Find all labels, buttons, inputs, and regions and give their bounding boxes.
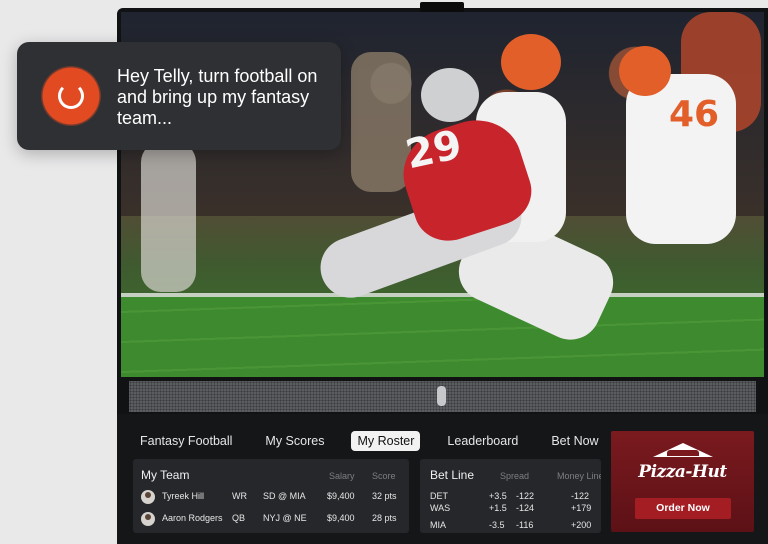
ad-brand-name: Pizza-Hut <box>638 462 727 482</box>
avatar <box>141 512 155 526</box>
pizza-hut-ad[interactable]: Pizza-Hut Order Now <box>611 431 754 532</box>
avatar <box>141 490 155 504</box>
player-name: Tyreek Hill <box>162 491 205 501</box>
spread-value: +1.5 <box>489 503 507 513</box>
spread-odds: -122 <box>516 491 535 501</box>
fantasy-nav-tabs: Fantasy Football My Scores My Roster Lea… <box>134 430 626 452</box>
tab-my-scores[interactable]: My Scores <box>259 431 330 451</box>
table-row[interactable]: Tyreek Hill WR SD @ MIA $9,400 32 pts <box>141 490 403 504</box>
voice-assistant-bubble: Hey Telly, turn football on and bring up… <box>17 42 341 150</box>
player-matchup: SD @ MIA <box>263 491 306 501</box>
loading-ring-icon <box>41 66 101 126</box>
ball-carrier-helmet <box>501 34 561 90</box>
team-code: MIA <box>430 520 447 530</box>
table-row[interactable]: DET +3.5 -122 -122 <box>430 491 601 502</box>
background-player <box>351 52 411 192</box>
player-salary: $9,400 <box>327 491 355 501</box>
roof-logo-cutout <box>667 450 699 456</box>
player-name: Aaron Rodgers <box>162 513 223 523</box>
tab-leaderboard[interactable]: Leaderboard <box>441 431 524 451</box>
top-camera <box>420 2 464 12</box>
voice-prompt-text: Hey Telly, turn football on and bring up… <box>117 66 318 128</box>
order-now-button[interactable]: Order Now <box>635 498 731 519</box>
player-position: WR <box>232 491 247 501</box>
salary-column-header: Salary <box>329 471 355 481</box>
spread-odds: -124 <box>516 503 535 513</box>
table-row[interactable]: Aaron Rodgers QB NYJ @ NE $9,400 28 pts <box>141 512 403 526</box>
tab-bet-now[interactable]: Bet Now <box>545 431 604 451</box>
moneyline-value: +179 <box>571 503 592 513</box>
spread-value: -3.5 <box>489 520 505 530</box>
my-team-title: My Team <box>141 468 190 482</box>
bet-line-title: Bet Line <box>430 468 475 482</box>
my-team-card: My Team Salary Score Tyreek Hill WR SD @… <box>133 459 409 533</box>
moneyline-value: +200 <box>571 520 592 530</box>
player-score: 32 pts <box>372 491 397 501</box>
bet-line-card: Bet Line Spread Money Line DET +3.5 -122… <box>420 459 601 533</box>
player-46-helmet <box>619 46 671 96</box>
football-field <box>121 296 764 377</box>
player-salary: $9,400 <box>327 513 355 523</box>
jersey-number-46: 46 <box>669 94 720 135</box>
tab-fantasy-football[interactable]: Fantasy Football <box>134 431 238 451</box>
player-matchup: NYJ @ NE <box>263 513 307 523</box>
team-code: WAS <box>430 503 451 513</box>
background-player <box>141 142 196 292</box>
spread-value: +3.5 <box>489 491 507 501</box>
player-score: 28 pts <box>372 513 397 523</box>
bottom-camera <box>437 386 446 406</box>
score-column-header: Score <box>372 471 396 481</box>
spread-odds: -116 <box>516 520 534 530</box>
moneyline-value: -122 <box>571 491 590 501</box>
spread-column-header: Spread <box>500 471 530 481</box>
team-code: DET <box>430 491 448 501</box>
tab-my-roster[interactable]: My Roster <box>351 431 421 451</box>
tackler-helmet <box>421 68 479 122</box>
table-row[interactable]: WAS +1.5 -124 +179 <box>430 503 601 514</box>
player-position: QB <box>232 513 246 523</box>
table-row[interactable]: MIA -3.5 -116 +200 <box>430 520 601 531</box>
moneyline-column-header: Money Line <box>557 471 601 481</box>
